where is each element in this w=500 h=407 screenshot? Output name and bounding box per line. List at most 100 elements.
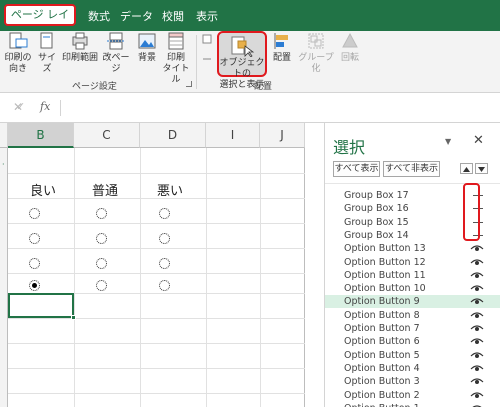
option-button[interactable] xyxy=(159,233,170,244)
grid-line xyxy=(8,273,305,274)
option-button[interactable] xyxy=(159,208,170,219)
option-button[interactable] xyxy=(96,280,107,291)
tab-formulas[interactable]: 数式 xyxy=(88,8,110,24)
option-button[interactable] xyxy=(29,280,40,291)
pane-object-name: Option Button 5 xyxy=(344,349,420,361)
size-button[interactable]: サイズ xyxy=(34,31,60,75)
group-button[interactable]: グループ化 xyxy=(296,31,336,75)
option-button[interactable] xyxy=(96,233,107,244)
eye-icon[interactable] xyxy=(470,283,484,293)
send-backward-button[interactable] xyxy=(200,31,214,73)
tab-data[interactable]: データ xyxy=(120,8,153,24)
pane-object-row[interactable]: Option Button 8 xyxy=(325,309,500,322)
header-bad: 悪い xyxy=(157,184,184,199)
eye-icon[interactable] xyxy=(470,390,484,400)
pane-object-name: Option Button 9 xyxy=(344,296,420,308)
selection-pane-button[interactable]: オブジェクトの 選択と表示 xyxy=(217,31,267,90)
background-image-icon xyxy=(138,33,156,49)
selection-pane: 選択 ▼ ✕ すべて表示 すべて非表示 Group Box 17 Group Bo… xyxy=(324,123,500,407)
group-label: グループ化 xyxy=(298,53,334,74)
tab-page-layout[interactable]: ページ レイアウト xyxy=(4,4,76,39)
option-button[interactable] xyxy=(96,208,107,219)
pane-object-row[interactable]: Option Button 2 xyxy=(325,389,500,402)
close-icon[interactable]: ✕ xyxy=(473,133,484,148)
send-backward-pane-button[interactable] xyxy=(475,163,488,174)
align-button[interactable]: 配置 xyxy=(270,31,294,64)
eye-icon[interactable] xyxy=(470,350,484,360)
orientation-button[interactable]: 印刷の 向き xyxy=(4,31,32,75)
bring-forward-button[interactable] xyxy=(460,163,473,174)
pane-object-name: Option Button 1 xyxy=(344,402,420,407)
pane-object-name: Option Button 2 xyxy=(344,389,420,401)
hide-all-button[interactable]: すべて非表示 xyxy=(383,161,440,177)
option-button[interactable] xyxy=(159,280,170,291)
pane-object-row[interactable]: Option Button 3 xyxy=(325,375,500,388)
pane-options-chevron-icon[interactable]: ▼ xyxy=(445,137,451,146)
orientation-label-1: 印刷の xyxy=(4,53,32,63)
option-button[interactable] xyxy=(29,258,40,269)
pane-object-row[interactable]: Option Button 9 xyxy=(325,295,500,309)
group-separator xyxy=(196,35,197,89)
triangle-up-icon xyxy=(463,167,470,172)
size-label: サイズ xyxy=(37,53,56,74)
option-button[interactable] xyxy=(96,258,107,269)
function-icon[interactable]: fx xyxy=(40,100,50,113)
orientation-label-2: 向き xyxy=(8,64,27,74)
pane-object-row[interactable]: Option Button 12 xyxy=(325,256,500,269)
ribbon: 印刷の 向き サイズ 印刷範囲 改ページ 背景 印刷 タイトル ページ設定 オブ… xyxy=(0,31,500,93)
pane-object-row[interactable]: Option Button 5 xyxy=(325,349,500,362)
pane-object-name: Option Button 3 xyxy=(344,376,420,388)
pane-object-row[interactable]: Option Button 11 xyxy=(325,269,500,282)
tab-view[interactable]: 表示 xyxy=(196,8,218,24)
print-titles-button[interactable]: 印刷 タイトル xyxy=(162,31,190,86)
confirm-icon[interactable]: ✓ xyxy=(16,100,25,113)
eye-icon[interactable] xyxy=(470,336,484,346)
formula-input[interactable] xyxy=(62,97,500,119)
eye-icon[interactable] xyxy=(470,270,484,280)
print-titles-label-1: 印刷 xyxy=(166,53,185,63)
print-area-label: 印刷範囲 xyxy=(62,53,99,63)
pane-object-row[interactable]: Option Button 13 xyxy=(325,242,500,255)
column-header-b[interactable]: B xyxy=(8,123,74,148)
eye-icon[interactable] xyxy=(470,403,484,407)
option-button[interactable] xyxy=(29,208,40,219)
annotation-highlight-box xyxy=(463,183,480,241)
page-setup-dialog-launcher[interactable] xyxy=(186,81,192,87)
eye-icon[interactable] xyxy=(470,243,484,253)
active-cell[interactable] xyxy=(8,293,76,320)
eye-icon[interactable] xyxy=(470,376,484,386)
grid-line xyxy=(8,173,305,174)
eye-icon[interactable] xyxy=(470,257,484,267)
column-header-j[interactable]: J xyxy=(260,123,305,148)
pane-object-row[interactable]: Option Button 7 xyxy=(325,322,500,335)
column-header-d[interactable]: D xyxy=(140,123,206,148)
group-label-arrange: 配置 xyxy=(254,82,273,92)
pane-object-name: Option Button 7 xyxy=(344,323,420,334)
fill-handle[interactable] xyxy=(71,315,76,320)
show-all-button[interactable]: すべて表示 xyxy=(333,161,380,177)
tab-review[interactable]: 校閲 xyxy=(162,8,184,24)
pane-object-row[interactable]: Option Button 6 xyxy=(325,335,500,348)
option-button[interactable] xyxy=(159,258,170,269)
pane-object-row[interactable]: Option Button 10 xyxy=(325,282,500,295)
breaks-button[interactable]: 改ページ xyxy=(100,31,132,75)
pane-object-name: Option Button 12 xyxy=(344,256,426,268)
eye-icon[interactable] xyxy=(470,323,484,333)
header-good: 良い xyxy=(30,184,57,199)
triangle-down-icon xyxy=(478,167,485,172)
column-header-c[interactable]: C xyxy=(74,123,140,148)
grid-line xyxy=(8,318,305,319)
pane-object-row[interactable]: Option Button 4 xyxy=(325,362,500,375)
eye-icon[interactable] xyxy=(470,296,484,306)
rotate-button[interactable]: 回転 xyxy=(338,31,362,64)
option-button[interactable] xyxy=(29,233,40,244)
column-header-i[interactable]: I xyxy=(206,123,260,148)
background-button[interactable]: 背景 xyxy=(134,31,160,64)
eye-icon[interactable] xyxy=(470,310,484,320)
print-area-button[interactable]: 印刷範囲 xyxy=(62,31,98,64)
eye-icon[interactable] xyxy=(470,363,484,373)
orientation-icon xyxy=(9,32,28,49)
align-icon xyxy=(274,33,288,49)
pane-object-row[interactable]: Option Button 1 xyxy=(325,402,500,407)
pane-object-name: Option Button 4 xyxy=(344,362,420,374)
